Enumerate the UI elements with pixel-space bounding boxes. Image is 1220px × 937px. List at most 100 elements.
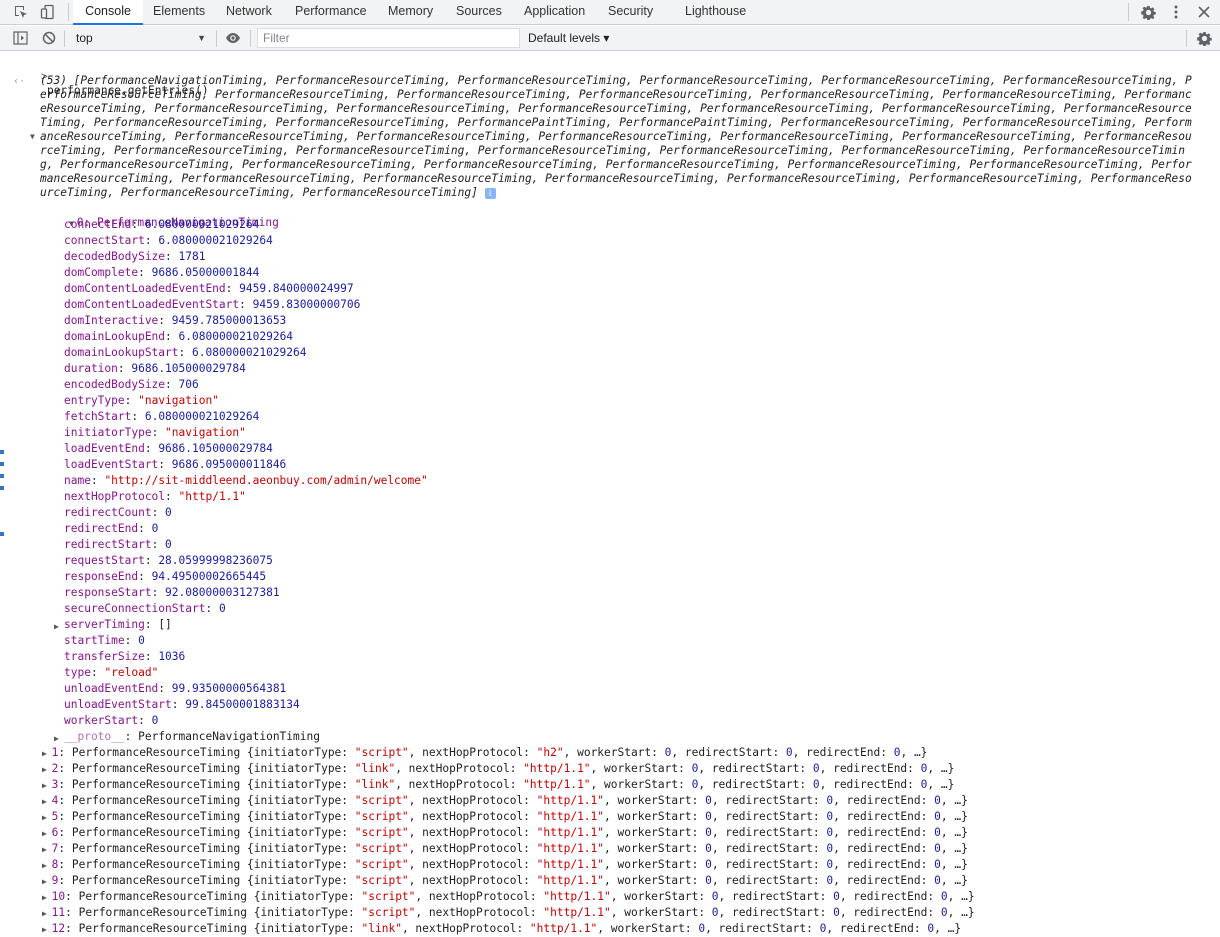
entry-row[interactable]: ▶ 3: PerformanceResourceTiming {initiato… (42, 778, 954, 793)
entry-row[interactable]: ▶ 2: PerformanceResourceTiming {initiato… (42, 762, 954, 777)
entry-text: 10 (51, 890, 66, 903)
entry-row[interactable]: ▶ 8: PerformanceResourceTiming {initiato… (42, 858, 968, 873)
settings-gear-icon[interactable] (1139, 3, 1157, 21)
entry-text: "script" (354, 826, 409, 839)
property-value: PerformanceNavigationTiming (138, 730, 320, 743)
device-toolbar-icon[interactable] (38, 3, 58, 21)
entry-text: 11 (51, 906, 66, 919)
tab-sources[interactable]: Sources (456, 0, 502, 25)
tab-application[interactable]: Application (524, 0, 585, 25)
property-value: 9686.105000029784 (158, 442, 273, 455)
property-key: requestStart (64, 554, 145, 567)
entry-text: "http/1.1" (536, 826, 605, 839)
array-summary[interactable]: (53) [PerformanceNavigationTiming, Perfo… (40, 74, 1198, 200)
entry-row[interactable]: ▶ 10: PerformanceResourceTiming {initiat… (42, 890, 975, 905)
toolbar-separator (64, 30, 65, 47)
entry-text: 0 (705, 794, 712, 807)
entry-text: initiatorType: (253, 874, 355, 887)
entry-text: : (58, 842, 72, 855)
entry-text: , …} (940, 874, 968, 887)
tab-elements[interactable]: Elements (153, 0, 205, 25)
property-row[interactable]: ▶ serverTiming: [] (54, 618, 172, 632)
property-value: [] (158, 618, 172, 631)
entry-text: "script" (354, 842, 409, 855)
entry-text: 0 (833, 906, 840, 919)
property-separator: : (138, 522, 152, 535)
eye-icon[interactable] (224, 29, 242, 47)
log-levels-dropdown[interactable]: Default levels ▾ (528, 28, 609, 48)
entry-text: "http/1.1" (536, 794, 605, 807)
entry-text: "http/1.1" (536, 810, 605, 823)
property-row: domContentLoadedEventStart: 9459.8300000… (64, 298, 360, 312)
tab-security[interactable]: Security (608, 0, 653, 25)
property-key: loadEventStart (64, 458, 159, 471)
entry-row[interactable]: ▶ 1: PerformanceResourceTiming {initiato… (42, 746, 927, 761)
property-row: domainLookupEnd: 6.080000021029264 (64, 330, 293, 344)
entry-row[interactable]: ▶ 7: PerformanceResourceTiming {initiato… (42, 842, 968, 857)
entry-text: "h2" (536, 746, 564, 759)
tab-lighthouse[interactable]: Lighthouse (685, 0, 746, 25)
expand-triangle-icon: ▶ (42, 813, 52, 822)
entry-text: , redirectStart: (711, 810, 827, 823)
expand-triangle-icon: ▶ (42, 877, 52, 886)
entry-text: , (610, 906, 625, 919)
property-value: "navigation" (138, 394, 219, 407)
entry-text: workerStart: (604, 762, 692, 775)
entry-text: , (604, 874, 618, 887)
entry-row[interactable]: ▶ 9: PerformanceResourceTiming {initiato… (42, 874, 968, 889)
tab-console[interactable]: Console (73, 0, 143, 25)
property-row: duration: 9686.105000029784 (64, 362, 246, 376)
entry-row[interactable]: ▶ 6: PerformanceResourceTiming {initiato… (42, 826, 968, 841)
sidebar-toggle-icon[interactable] (11, 29, 29, 47)
info-icon[interactable]: i (484, 187, 496, 199)
entry-text: "http/1.1" (523, 762, 591, 775)
property-key: unloadEventEnd (64, 682, 159, 695)
property-separator: : (178, 346, 192, 359)
property-row: transferSize: 1036 (64, 650, 185, 664)
entry-row[interactable]: ▶ 12: PerformanceResourceTiming {initiat… (42, 922, 961, 937)
property-key: nextHopProtocol (64, 490, 166, 503)
context-selector-value: top (76, 31, 93, 45)
entry-row[interactable]: ▶ 5: PerformanceResourceTiming {initiato… (42, 810, 968, 825)
entry-text: "http/1.1" (536, 842, 605, 855)
property-separator: : (151, 426, 166, 439)
entry-text: "script" (354, 858, 409, 871)
entry-text: PerformanceResourceTiming { (71, 810, 254, 823)
entry-text: , redirectEnd: (819, 762, 921, 775)
expand-triangle-icon[interactable]: ▶ (54, 732, 59, 746)
property-separator: : (205, 602, 219, 615)
property-key: redirectStart (64, 538, 152, 551)
entry-text: : (58, 794, 72, 807)
entry-text: 0 (812, 778, 820, 791)
property-row: redirectEnd: 0 (64, 522, 158, 536)
entry-text: 0 (711, 890, 719, 903)
close-devtools-icon[interactable] (1195, 3, 1213, 21)
entry-text: , redirectEnd: (839, 890, 941, 903)
property-row: loadEventEnd: 9686.105000029784 (64, 442, 273, 456)
entry-text: initiatorType: (253, 746, 355, 759)
filter-input[interactable] (257, 28, 520, 48)
tab-memory[interactable]: Memory (388, 0, 433, 25)
expand-triangle-icon[interactable]: ▶ (54, 620, 59, 634)
entry-text: initiatorType: (253, 794, 355, 807)
inspect-element-icon[interactable] (11, 3, 31, 21)
tab-network[interactable]: Network (226, 0, 272, 25)
property-key: __proto__ (64, 730, 125, 743)
entry-text: 0 (934, 810, 941, 823)
property-row: entryType: "navigation" (64, 394, 219, 408)
entry-text: : (58, 874, 72, 887)
entry-text: 0 (705, 826, 712, 839)
tab-performance[interactable]: Performance (295, 0, 367, 25)
property-separator: : (165, 490, 179, 503)
more-options-icon[interactable] (1167, 3, 1185, 21)
entry-row[interactable]: ▶ 11: PerformanceResourceTiming {initiat… (42, 906, 975, 921)
property-separator: : (138, 714, 152, 727)
console-settings-gear-icon[interactable] (1195, 29, 1213, 47)
property-key: fetchStart (64, 410, 132, 423)
expand-triangle-icon[interactable]: ▼ (30, 132, 35, 141)
entry-text: : (58, 858, 72, 871)
context-selector[interactable]: top ▼ (70, 28, 212, 48)
property-row[interactable]: ▶ __proto__: PerformanceNavigationTiming (54, 730, 320, 744)
clear-console-icon[interactable] (40, 29, 58, 47)
entry-row[interactable]: ▶ 4: PerformanceResourceTiming {initiato… (42, 794, 968, 809)
